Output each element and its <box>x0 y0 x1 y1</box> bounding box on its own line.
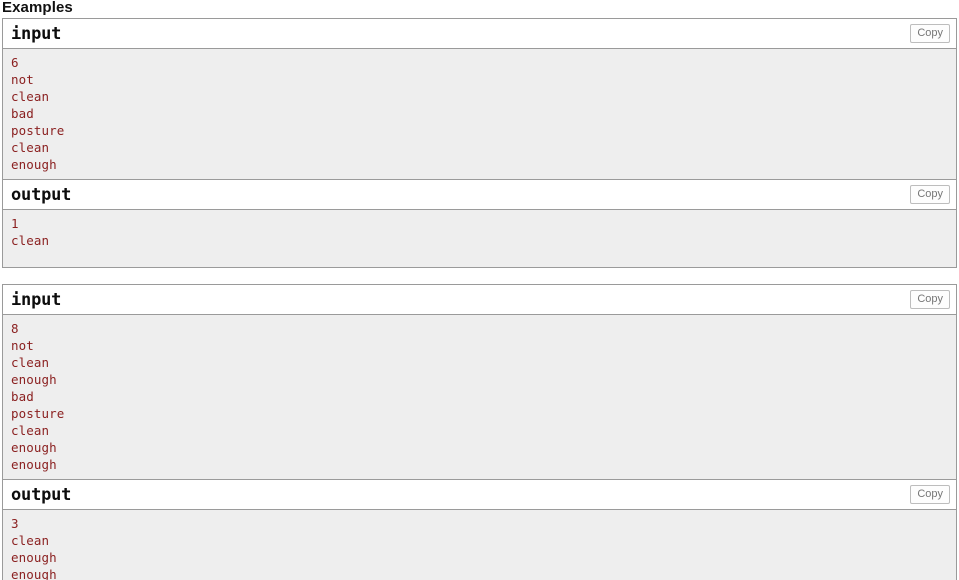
input-label: input <box>11 289 62 310</box>
output-label: output <box>11 484 72 505</box>
copy-input-button[interactable]: Copy <box>910 290 950 309</box>
output-header: output Copy <box>3 479 956 510</box>
input-content: 6 not clean bad posture clean enough <box>3 49 956 179</box>
copy-output-button[interactable]: Copy <box>910 485 950 504</box>
output-content: 1 clean <box>3 210 956 267</box>
example-block: input Copy 6 not clean bad posture clean… <box>2 18 957 268</box>
input-label: input <box>11 23 62 44</box>
output-text: 3 clean enough enough <box>11 516 57 580</box>
copy-input-button[interactable]: Copy <box>910 24 950 43</box>
output-content: 3 clean enough enough <box>3 510 956 580</box>
output-header: output Copy <box>3 179 956 210</box>
examples-list: input Copy 6 not clean bad posture clean… <box>0 18 959 580</box>
input-header: input Copy <box>3 284 956 315</box>
page-title: Examples <box>2 0 73 16</box>
input-text: 8 not clean enough bad posture clean eno… <box>11 321 65 472</box>
input-header: input Copy <box>3 18 956 49</box>
input-text: 6 not clean bad posture clean enough <box>11 55 65 172</box>
input-content: 8 not clean enough bad posture clean eno… <box>3 315 956 479</box>
output-text: 1 clean <box>11 216 50 248</box>
examples-page: Examples input Copy 6 not clean bad post… <box>0 0 959 580</box>
output-label: output <box>11 184 72 205</box>
copy-output-button[interactable]: Copy <box>910 185 950 204</box>
example-block: input Copy 8 not clean enough bad postur… <box>2 284 957 580</box>
